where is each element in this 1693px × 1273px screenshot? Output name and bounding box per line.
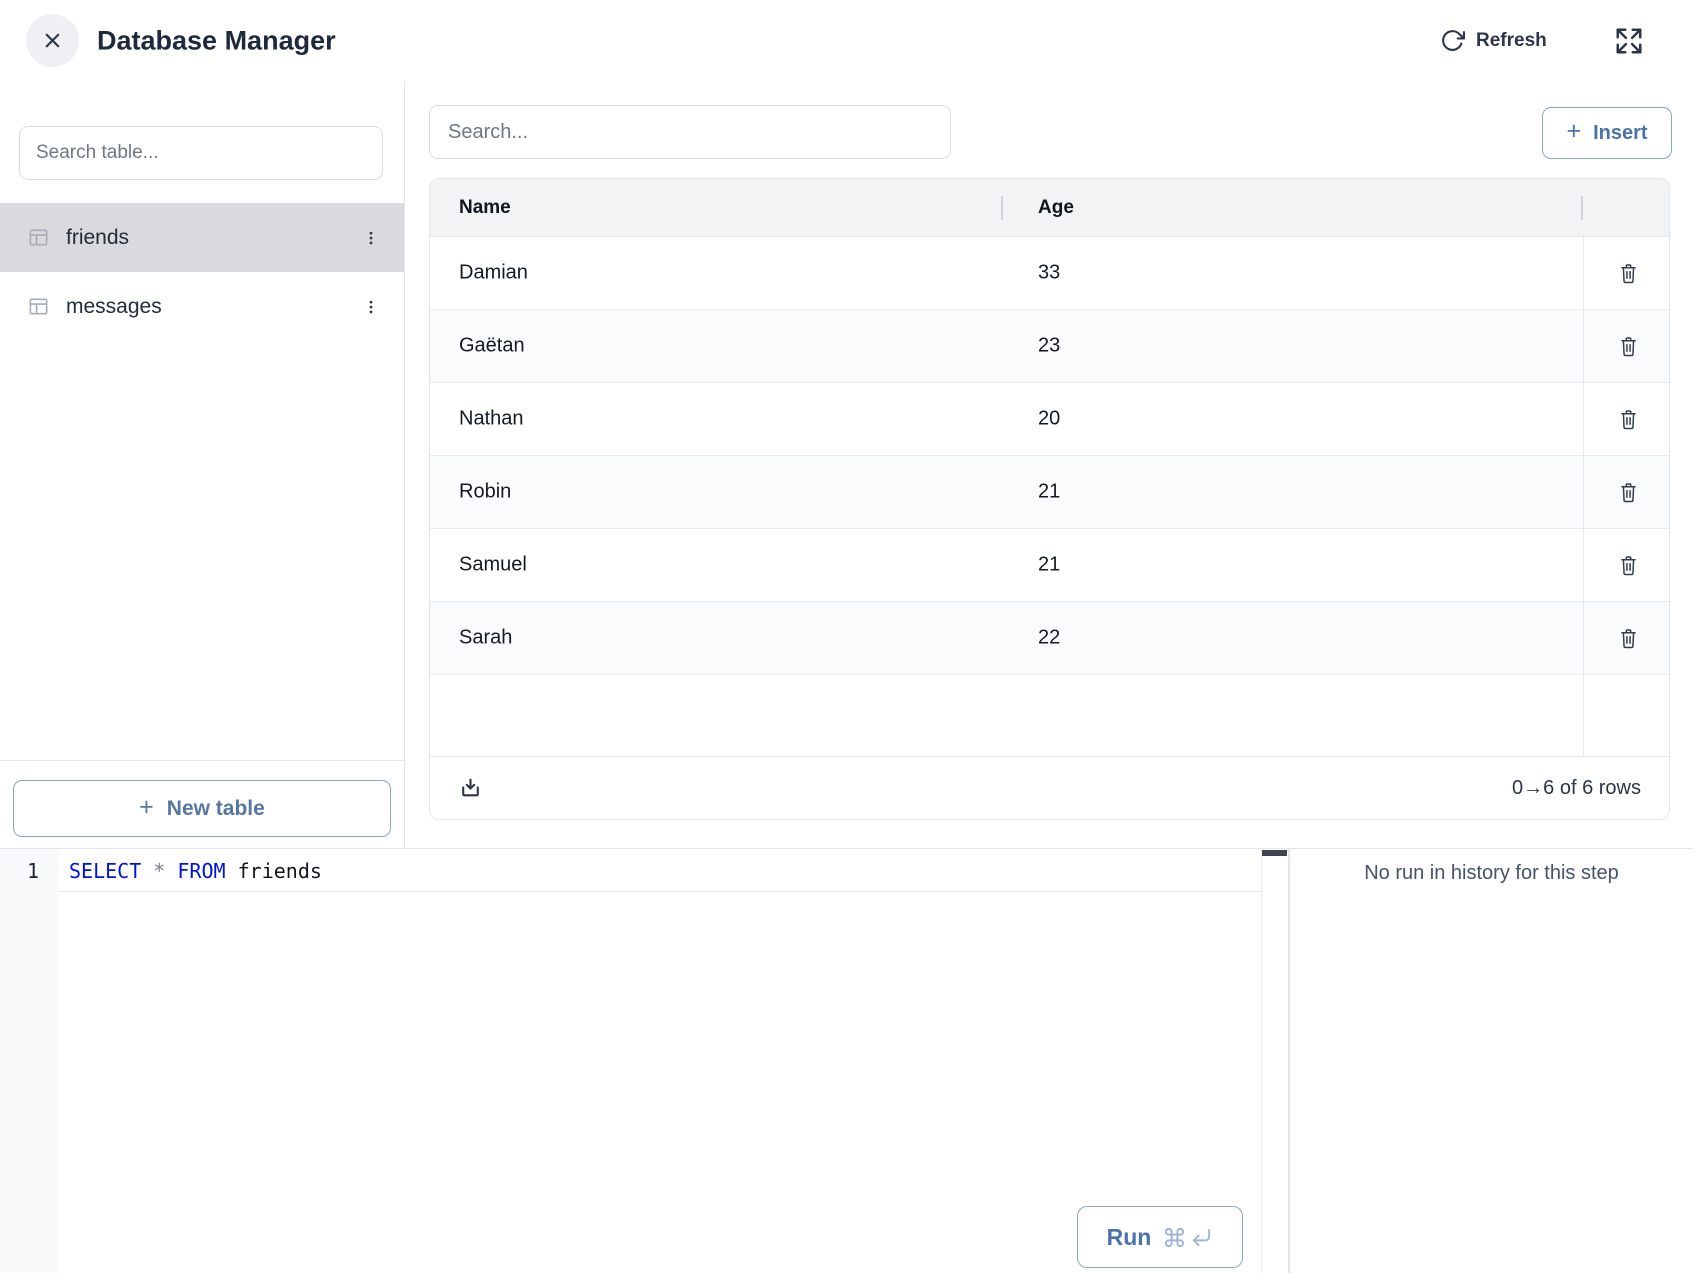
insert-button[interactable]: + Insert [1542,107,1672,159]
sidebar-item-messages[interactable]: messages [0,272,404,341]
table-list: friends messages [0,203,404,341]
cell-age: 33 [1038,262,1060,285]
kebab-menu-icon[interactable] [362,226,380,250]
cell-name: Samuel [459,554,527,577]
plus-icon: + [139,793,154,822]
data-table: Name Age Damian 33 Gaëtan 23 Nathan 20 Robin 21… [429,178,1670,820]
editor-gutter: 1 [0,849,59,1273]
trash-icon [1618,407,1639,431]
table-row: Damian 33 [430,237,1669,310]
trash-icon [1618,334,1639,358]
delete-row-button[interactable] [1607,325,1649,367]
delete-row-button[interactable] [1607,617,1649,659]
table-row: Sarah 22 [430,602,1669,675]
rows-count-label: 0→6 of 6 rows [1512,777,1641,800]
code-token: FROM [177,859,225,883]
search-input[interactable] [429,105,951,159]
table-row: Gaëtan 23 [430,310,1669,383]
delete-row-button[interactable] [1607,544,1649,586]
cell-name: Nathan [459,408,524,431]
table-header-row: Name Age [430,179,1669,237]
table-row: Nathan 20 [430,383,1669,456]
history-empty-message: No run in history for this step [1290,862,1693,885]
command-key-icon [1163,1226,1186,1249]
cell-name: Robin [459,481,511,504]
column-resize-handle[interactable] [1581,196,1583,220]
table-body: Damian33Gaëtan23Nathan20Robin21Samuel21S… [430,237,1669,675]
delete-row-button[interactable] [1607,471,1649,513]
code-line[interactable]: SELECT * FROM friends [69,859,322,883]
top-bar: Database Manager Refresh [0,0,1693,81]
close-icon [41,29,64,52]
cell-name: Sarah [459,627,512,650]
download-button[interactable] [458,776,483,801]
content-area: friends messages + New table + Insert Nam… [0,81,1693,848]
editor-scrollbar-thumb[interactable] [1262,850,1287,856]
download-icon [458,776,483,801]
run-history-panel: No run in history for this step [1290,849,1693,1273]
sql-editor[interactable]: 1 SELECT * FROM friends Run [0,849,1288,1273]
run-label: Run [1107,1224,1152,1251]
cell-age: 22 [1038,627,1060,650]
insert-label: Insert [1593,122,1647,145]
run-button[interactable]: Run [1077,1206,1243,1268]
fullscreen-button[interactable] [1614,25,1646,57]
cell-age: 20 [1038,408,1060,431]
table-name-label: messages [66,295,362,319]
new-table-button[interactable]: + New table [13,780,391,837]
table-footer: 0→6 of 6 rows [430,756,1669,819]
trash-icon [1618,480,1639,504]
table-icon [27,226,50,249]
new-table-label: New table [167,797,265,821]
trash-icon [1618,261,1639,285]
expand-icon [1614,26,1646,56]
close-button[interactable] [26,14,79,67]
page-title: Database Manager [97,25,336,56]
cell-name: Damian [459,262,528,285]
editor-scrollbar-track [1261,849,1262,1273]
actions-column-divider [1583,237,1584,758]
cell-age: 21 [1038,554,1060,577]
kebab-menu-icon[interactable] [362,295,380,319]
refresh-icon [1440,28,1465,53]
refresh-label: Refresh [1476,30,1547,52]
table-icon [27,295,50,318]
table-search-input[interactable] [19,126,383,180]
column-resize-handle[interactable] [1001,196,1003,220]
code-token [165,859,177,883]
table-name-label: friends [66,226,362,250]
sidebar-footer: + New table [0,760,404,848]
column-header-age[interactable]: Age [1038,197,1074,219]
run-shortcut [1163,1226,1213,1249]
code-token: * [153,859,165,883]
table-row: Samuel 21 [430,529,1669,602]
bottom-section: 1 SELECT * FROM friends Run No run in hi… [0,848,1693,1273]
delete-row-button[interactable] [1607,398,1649,440]
code-token [141,859,153,883]
cell-age: 23 [1038,335,1060,358]
cell-age: 21 [1038,481,1060,504]
code-token: SELECT [69,859,141,883]
delete-row-button[interactable] [1607,252,1649,294]
trash-icon [1618,626,1639,650]
code-token: friends [238,859,322,883]
table-row: Robin 21 [430,456,1669,529]
trash-icon [1618,553,1639,577]
return-key-icon [1190,1226,1213,1249]
refresh-button[interactable]: Refresh [1440,0,1547,81]
cell-name: Gaëtan [459,335,525,358]
column-header-name[interactable]: Name [459,197,511,219]
sidebar-item-friends[interactable]: friends [0,203,404,272]
code-token [226,859,238,883]
line-number: 1 [27,859,39,883]
sidebar: friends messages + New table [0,81,405,848]
plus-icon: + [1566,117,1581,146]
